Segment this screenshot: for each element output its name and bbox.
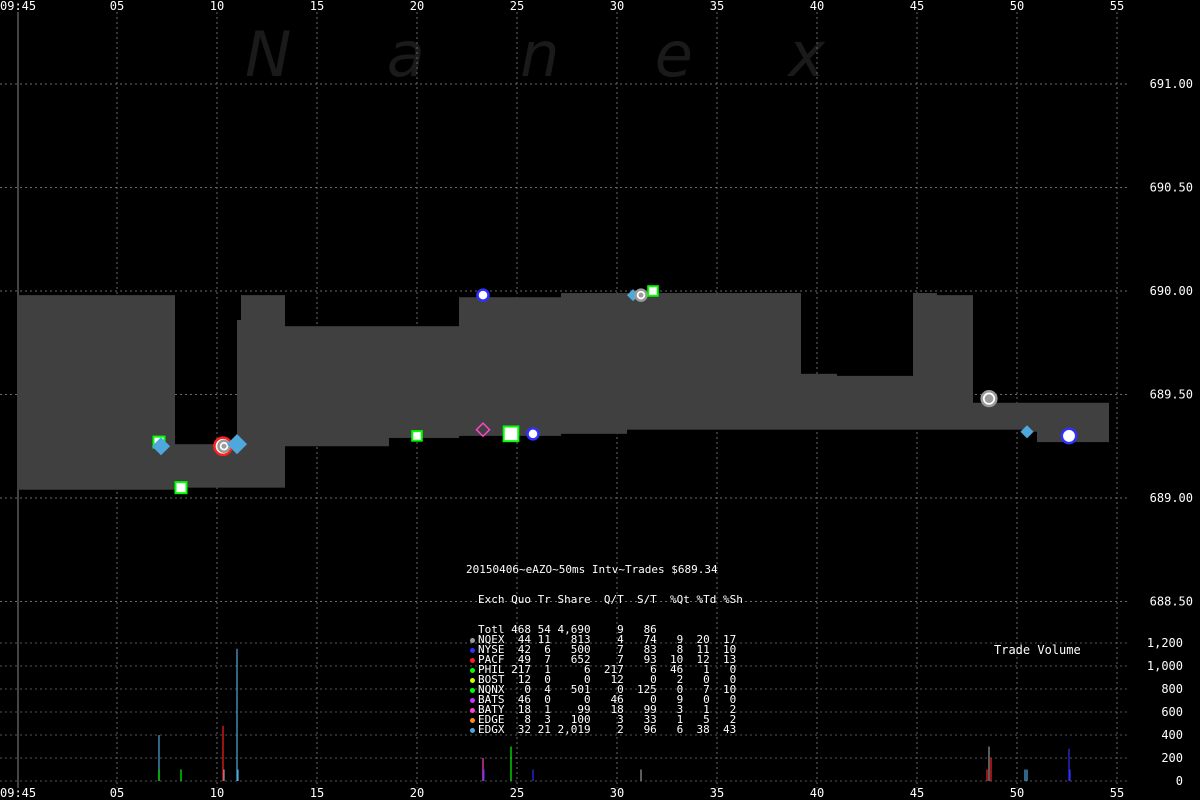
quote-band-segment <box>159 295 175 490</box>
quote-band-segment <box>459 297 561 436</box>
trade-marker-core <box>1064 431 1074 441</box>
x-tick-label-top: 10 <box>210 0 224 13</box>
x-tick-label-bottom: 45 <box>910 786 924 800</box>
x-tick-label-top: 40 <box>810 0 824 13</box>
quote-band-segment <box>561 293 627 434</box>
legend-dot-icon <box>469 697 475 703</box>
quote-band-segment <box>913 293 937 430</box>
quote-band-segment <box>639 293 801 430</box>
price-tick-label: 690.50 <box>1150 181 1193 195</box>
volume-tick-label: 200 <box>1161 751 1183 765</box>
quote-band-segment <box>31 295 159 490</box>
legend-dot-icon <box>469 677 475 683</box>
volume-axis-label: Trade Volume <box>994 643 1081 657</box>
trade-marker-core <box>480 292 486 298</box>
price-tick-label: 689.50 <box>1150 388 1193 402</box>
volume-tick-label: 1,200 <box>1147 636 1183 650</box>
x-tick-label-top: 20 <box>410 0 424 13</box>
x-tick-label-bottom: 55 <box>1110 786 1124 800</box>
exchange-legend-dot <box>466 647 478 653</box>
trade-marker <box>502 425 520 443</box>
exchange-legend-dot <box>466 717 478 723</box>
legend-dot-icon <box>469 717 475 723</box>
x-tick-label-top: 09:45 <box>0 0 36 13</box>
x-tick-label-bottom: 05 <box>110 786 124 800</box>
price-tick-label: 688.50 <box>1150 595 1193 609</box>
stats-row-text: EDGX 32 21 2,019 2 96 6 38 43 <box>478 723 737 736</box>
x-tick-label-bottom: 30 <box>610 786 624 800</box>
x-tick-label-bottom: 25 <box>510 786 524 800</box>
x-tick-label-top: 55 <box>1110 0 1124 13</box>
stats-row: EDGX 32 21 2,019 2 96 6 38 43 <box>466 723 743 736</box>
quote-band-segment <box>635 293 639 430</box>
exchange-legend-dot <box>466 707 478 713</box>
legend-dot-icon <box>469 657 475 663</box>
volume-tick-label: 800 <box>1161 682 1183 696</box>
legend-dot-icon <box>469 667 475 673</box>
quote-band-segment <box>285 326 389 447</box>
trade-marker <box>174 481 188 495</box>
legend-dot-icon <box>469 637 475 643</box>
quote-band-segment <box>837 375 913 430</box>
x-tick-label-bottom: 20 <box>410 786 424 800</box>
trade-marker <box>411 430 423 442</box>
quote-band-segment <box>389 326 459 438</box>
exchange-legend-dot <box>466 657 478 663</box>
x-tick-label-bottom: 50 <box>1010 786 1024 800</box>
x-tick-label-top: 25 <box>510 0 524 13</box>
quote-band-segment <box>973 402 1029 430</box>
quote-band-segment <box>241 295 285 488</box>
quote-band-segment <box>801 373 837 430</box>
quote-band-segment <box>1029 402 1037 432</box>
exchange-legend-dot <box>466 637 478 643</box>
x-tick-label-top: 50 <box>1010 0 1024 13</box>
trade-marker-core <box>638 292 644 298</box>
legend-dot-icon <box>469 727 475 733</box>
trade-marker-core <box>530 431 536 437</box>
price-tick-label: 690.00 <box>1150 284 1193 298</box>
quote-band-segment <box>937 295 973 430</box>
trade-marker-core <box>984 394 994 403</box>
trade-marker <box>647 285 659 297</box>
quote-band-segment <box>17 295 31 490</box>
x-tick-label-top: 35 <box>710 0 724 13</box>
exchange-legend-dot <box>466 667 478 673</box>
volume-tick-label: 400 <box>1161 728 1183 742</box>
x-tick-label-bottom: 35 <box>710 786 724 800</box>
volume-tick-label: 0 <box>1176 774 1183 788</box>
stats-table: 20150406~eAZO~50ms Intv~Trades $689.34 E… <box>466 545 743 745</box>
exchange-legend-dot <box>466 727 478 733</box>
x-tick-label-top: 05 <box>110 0 124 13</box>
quote-band-segment <box>237 319 241 488</box>
legend-dot-icon <box>469 687 475 693</box>
exchange-legend-dot <box>466 697 478 703</box>
exchange-legend-dot <box>466 677 478 683</box>
price-tick-label: 691.00 <box>1150 77 1193 91</box>
stats-header: Exch Quo Tr Share Q/T S/T %Qt %Td %Sh <box>478 593 743 606</box>
x-tick-label-bottom: 40 <box>810 786 824 800</box>
volume-tick-label: 1,000 <box>1147 659 1183 673</box>
volume-tick-label: 600 <box>1161 705 1183 719</box>
legend-dot-icon <box>469 647 475 653</box>
x-tick-label-bottom: 09:45 <box>0 786 36 800</box>
x-tick-label-top: 45 <box>910 0 924 13</box>
price-tick-label: 689.00 <box>1150 491 1193 505</box>
x-tick-label-top: 30 <box>610 0 624 13</box>
trade-marker-core <box>221 443 227 449</box>
x-tick-label-bottom: 15 <box>310 786 324 800</box>
legend-dot-icon <box>469 707 475 713</box>
x-tick-label-bottom: 10 <box>210 786 224 800</box>
x-tick-label-top: 15 <box>310 0 324 13</box>
stats-title: 20150406~eAZO~50ms Intv~Trades $689.34 <box>466 563 718 576</box>
quote-band-segment <box>627 293 635 430</box>
exchange-legend-dot <box>466 687 478 693</box>
